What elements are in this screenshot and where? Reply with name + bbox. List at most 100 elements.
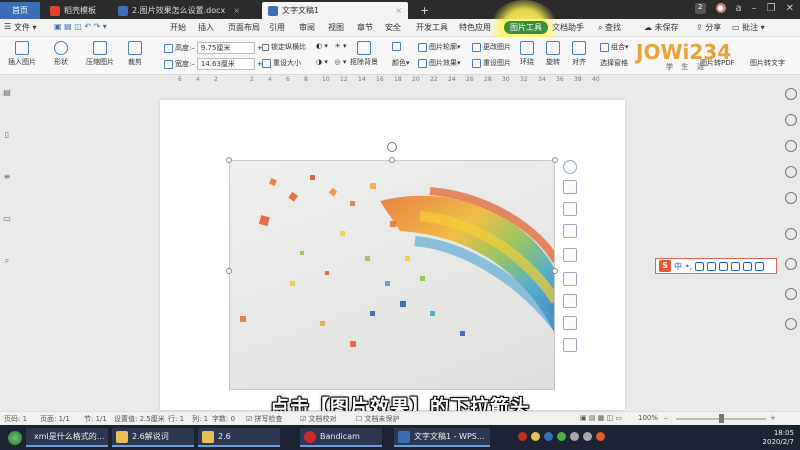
layout-options-icon[interactable] [563,180,577,194]
menu-view[interactable]: 视图 [328,22,344,33]
height-input[interactable]: 9.75厘米 [196,42,255,54]
quick-access-icons[interactable]: ▣ ▤ ◫ ↶ ↷ ▾ [54,22,107,31]
reset-size-button[interactable]: 重设大小 [262,58,301,68]
menu-chapter[interactable]: 章节 [357,22,373,33]
clock[interactable]: 18:05 2020/2/7 [763,429,794,447]
color-dropdown[interactable]: 颜色 ▾ [392,58,410,68]
ime-punctuation[interactable]: •, [685,262,692,271]
hamburger-icon[interactable]: ☰ [4,22,11,31]
picture-outline-button[interactable]: 图片轮廓 ▾ [418,42,461,52]
tools-icon[interactable] [785,228,797,240]
view-mode-icons[interactable]: ▣ ▤ ▦ ◫ ▭ [580,414,622,422]
collapse-tools-icon[interactable] [563,160,577,174]
compress-button[interactable]: 压缩图片 [86,41,114,67]
tab-doc-effect[interactable]: 2.图片效果怎么设置.docx × [112,2,246,19]
tab-template[interactable]: 稻壳模板 [44,2,102,19]
help-icon[interactable] [785,318,797,330]
network-icon[interactable] [570,432,579,441]
target-icon[interactable] [785,166,797,178]
menu-start[interactable]: 开始 [170,22,186,33]
spell-check-button[interactable]: ☑ 拼写检查 [246,414,283,424]
close-icon[interactable]: × [395,6,402,15]
task-browser[interactable]: xml是什么格式的... [26,428,108,447]
wechat-icon[interactable] [557,432,566,441]
window-count-badge[interactable]: 2 [695,3,706,14]
picture-effect-button[interactable]: 图片效果 ▾ [418,58,461,68]
tab-home[interactable]: 首页 [0,2,40,19]
zoom-out-icon[interactable]: – [664,414,668,422]
shirt-icon[interactable] [743,261,753,271]
adjust-icons-2[interactable]: ◑ ▾ ◎ ▾ [316,58,346,66]
protect-button[interactable]: ☐ 文档未保护 [356,414,400,424]
crop-tool-icon[interactable] [563,248,577,262]
zoom-slider-thumb[interactable] [719,414,724,423]
location-icon[interactable] [785,140,797,152]
menu-security[interactable]: 安全 [385,22,401,33]
menu-special-apps[interactable]: 特色应用 [459,22,491,33]
proofread-button[interactable]: ☑ 文档校对 [300,414,337,424]
group-button[interactable]: 组合 ▾ [600,42,629,52]
toolbox-icon[interactable] [755,261,765,271]
menu-doc-helper[interactable]: 文档助手 [552,22,584,33]
change-picture-button[interactable]: 更改图片 [472,42,511,52]
new-tab-button[interactable]: + [414,2,435,19]
select-pane-button[interactable]: 选择窗格 [600,58,628,68]
color-button[interactable] [392,42,403,51]
skin-icon[interactable] [731,261,741,271]
width-input[interactable]: 14.63厘米 [196,58,255,70]
edit-picture-icon[interactable] [563,224,577,238]
comment-button[interactable]: ▭ 批注 ▾ [732,22,765,33]
style-icon[interactable] [785,88,797,100]
zoom-icon[interactable] [563,202,577,216]
unsaved-indicator[interactable]: ☁ 未保存 [644,22,679,33]
maximize-icon[interactable]: ❐ [767,3,776,14]
nav-icon[interactable]: ▤ [2,88,12,98]
close-window-icon[interactable]: ✕ [786,3,794,14]
more-tools-icon[interactable] [563,338,577,352]
cutout-background-button[interactable]: 抠除背景 [350,41,378,67]
tab-doc-active[interactable]: 文字文稿1 × [262,2,408,19]
tray-icon[interactable] [544,432,553,441]
resize-handle-w[interactable] [226,268,232,274]
align-button[interactable]: 对齐 [572,41,586,67]
task-folder[interactable]: 2.6 [198,428,280,447]
ime-tray-icon[interactable] [596,432,605,441]
close-icon[interactable]: × [233,6,240,15]
volume-icon[interactable] [583,432,592,441]
wrap-button[interactable]: 环绕 [520,41,534,67]
selected-picture[interactable] [229,160,555,390]
task-folder-script[interactable]: 2.6解说词 [112,428,194,447]
adjust-icons[interactable]: ◐ ▾ ☀ ▾ [316,42,347,50]
bookmark-icon[interactable]: ▯ [2,130,12,140]
resize-handle-ne[interactable] [552,157,558,163]
settings-icon[interactable] [785,192,797,204]
copy-picture-icon[interactable] [563,294,577,308]
resize-handle-e[interactable] [552,268,558,274]
shape-button[interactable]: 形状 [54,41,68,67]
menu-search[interactable]: ⌕ 查找 [598,22,621,33]
reset-picture-button[interactable]: 重设图片 [472,58,511,68]
crop-button[interactable]: 裁剪 [128,41,142,67]
share-button[interactable]: ⇪ 分享 [696,22,721,33]
task-bandicam[interactable]: Bandicam [300,428,382,447]
backup-icon[interactable] [785,258,797,270]
picture-to-text-icon[interactable] [563,316,577,330]
resize-handle-n[interactable] [389,157,395,163]
ime-mode[interactable]: 中 [674,261,682,272]
rotate-button[interactable]: 旋转 [546,41,560,67]
menu-picture-tools[interactable]: 图片工具 [504,21,548,34]
ime-toolbar[interactable]: S 中 •, [655,258,777,274]
zoom-level[interactable]: 100% [638,414,658,422]
task-wps[interactable]: 文字文稿1 - WPS... [394,428,490,447]
menu-review[interactable]: 审阅 [299,22,315,33]
comment-nav-icon[interactable]: ▭ [2,214,12,224]
minimize-icon[interactable]: – [752,3,757,14]
record-tray-icon[interactable] [518,432,527,441]
insert-picture-button[interactable]: 插入图片 [8,41,36,67]
lock-ratio-checkbox[interactable]: 锁定纵横比 [262,42,306,52]
rotate-handle-icon[interactable] [387,142,397,152]
menu-file[interactable]: 文件 ▾ [14,22,37,33]
resize-handle-nw[interactable] [226,157,232,163]
menu-developer[interactable]: 开发工具 [416,22,448,33]
select-icon[interactable] [785,114,797,126]
